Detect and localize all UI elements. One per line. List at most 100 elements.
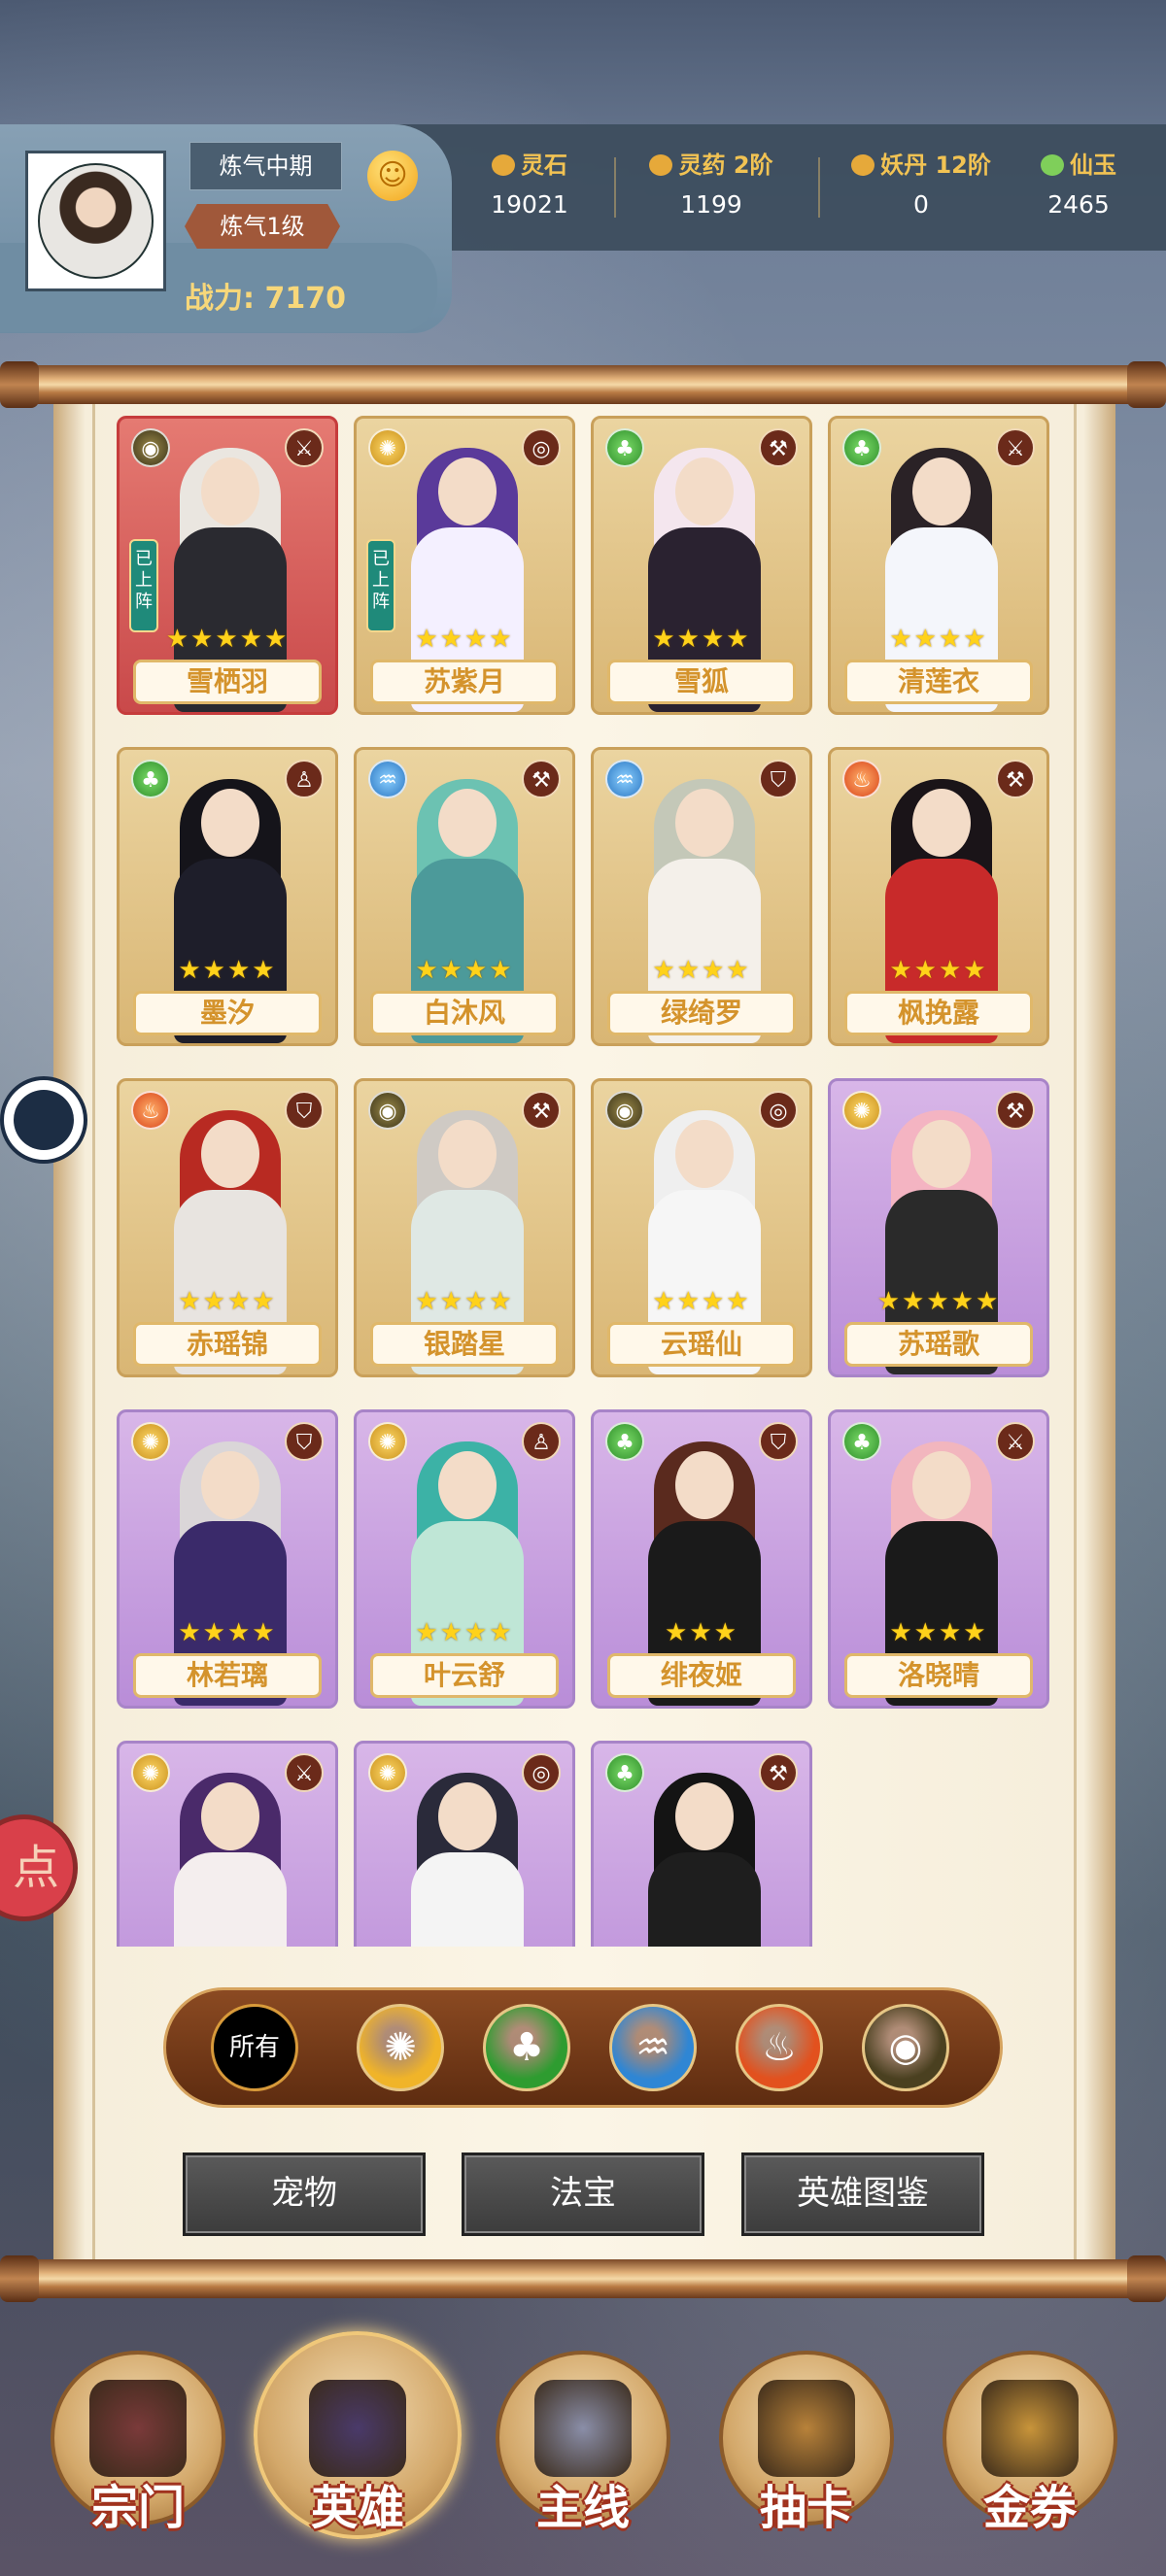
hero-card[interactable]: ♣ ⚔ ★★★★ 洛晓晴 [828,1409,1049,1709]
wood-element-icon: ♣ [605,1422,644,1461]
hero-name: 苏紫月 [370,660,559,704]
treasure-button[interactable]: 法宝 [462,2152,704,2236]
hero-card[interactable]: ◉ ⚒ ★★★★ 银踏星 [354,1078,575,1377]
herb-icon [649,154,673,176]
hero-card[interactable]: ✺ ⛉ ★★★★ 林若璃 [117,1409,338,1709]
shield-icon: ⛉ [285,1422,324,1461]
level-badge: 炼气1级 [185,204,340,249]
hero-card[interactable]: ♨ ⚒ ★★★★ 枫挽露 [828,747,1049,1046]
hero-card[interactable]: ♣ ⚒ ★★★★ 雪狐 [591,416,812,715]
power-label: 战力: [185,282,255,316]
star-rating: ★★★★ [652,956,751,985]
nav-crossed-swords[interactable]: 主线 [496,2351,670,2545]
star-rating: ★★★★ [889,956,988,985]
smile-icon[interactable]: ☺ [367,151,418,201]
avatar-portrait [38,163,154,279]
priest-icon: ♙ [522,1422,561,1461]
star-rating: ★★★★★ [876,1287,1001,1316]
filter-fire-element-icon[interactable]: ♨ [736,2004,823,2091]
hero-card[interactable]: ◉ ◎ ★★★★ 云瑶仙 [591,1078,812,1377]
scroll-rod-top [0,365,1166,404]
treasure-chest-icon [981,2380,1079,2477]
hero-codex-button[interactable]: 英雄图鉴 [741,2152,984,2236]
nav-card-chest[interactable]: 抽卡 [719,2351,894,2545]
hero-name: 白沐风 [370,991,559,1035]
shield-icon: ⛉ [759,760,798,798]
assistant-face-icon[interactable] [0,1076,87,1164]
hero-card[interactable]: ♣ ♙ ★★★★ 墨汐 [117,747,338,1046]
pagoda-icon [89,2380,187,2477]
hero-card[interactable]: ✺ ♙ ★★★★ 叶云舒 [354,1409,575,1709]
axes-icon: ⚒ [759,1753,798,1792]
axes-icon: ⚒ [996,760,1035,798]
metal-element-icon: ✺ [842,1091,881,1130]
scroll-rod-bottom [0,2259,1166,2298]
target-icon: ◎ [759,1091,798,1130]
hero-name: 赤瑶锦 [133,1322,322,1367]
divider [614,157,616,218]
resource-demon-core: 妖丹 12阶 0 [834,148,1009,219]
card-chest-icon [758,2380,855,2477]
star-rating: ★★★★ [889,625,988,654]
nav-pagoda[interactable]: 宗门 [51,2351,225,2545]
scroll-rod-end [1127,361,1166,408]
deployed-badge: 已上阵 [366,539,395,632]
hero-card[interactable]: ♒ ⛉ ★★★★ 绿绮罗 [591,747,812,1046]
hero-name: 叶云舒 [370,1653,559,1698]
hero-card[interactable]: ✺ ◎ 已上阵 ★★★★ 苏紫月 [354,416,575,715]
hero-card[interactable]: ♨ ⛉ ★★★★ 赤瑶锦 [117,1078,338,1377]
hero-portrait [390,1773,545,1947]
nav-treasure-chest[interactable]: 金券 [943,2351,1117,2545]
filter-metal-element-icon[interactable]: ✺ [357,2004,444,2091]
avatar[interactable] [25,151,166,291]
target-icon: ◎ [522,428,561,467]
star-rating: ★★★★ [178,1618,277,1647]
hero-card[interactable]: ♒ ⚒ ★★★★ 白沐风 [354,747,575,1046]
hero-card[interactable]: ♣ ⛉ ★★★ 绯夜姬 [591,1409,812,1709]
hero-portrait [153,1773,308,1947]
spirit-stone-icon [492,154,515,176]
resource-jade: 仙玉 2465 [991,148,1166,219]
power-value: 7170 [264,282,346,316]
fire-element-icon: ♨ [131,1091,170,1130]
target-icon: ◎ [522,1753,561,1792]
wood-element-icon: ♣ [131,760,170,798]
swords-icon: ⚔ [996,428,1035,467]
nav-label: 英雄 [310,2481,404,2535]
resource-herb: 灵药 2阶 1199 [624,148,799,219]
hero-card-grid[interactable]: ◉ ⚔ 已上阵 ★★★★★ 雪栖羽 ✺ ◎ 已上阵 ★★★★ 苏紫月 ♣ ⚒ ★★★★ 雪狐 ♣ ⚔ ★★★★ 清… [117,416,1049,1947]
water-element-icon: ♒ [368,760,407,798]
hero-card[interactable]: ♣ ⚒ [591,1741,812,1947]
nav-hero[interactable]: 英雄 [254,2331,462,2545]
star-rating: ★★★★ [889,1618,988,1647]
hero-card[interactable]: ✺ ⚔ [117,1741,338,1947]
axes-icon: ⚒ [996,1091,1035,1130]
filter-earth-element-icon[interactable]: ◉ [862,2004,949,2091]
hero-card[interactable]: ◉ ⚔ 已上阵 ★★★★★ 雪栖羽 [117,416,338,715]
filter-water-element-icon[interactable]: ♒ [609,2004,697,2091]
jade-icon [1041,154,1064,176]
metal-element-icon: ✺ [368,428,407,467]
filter-all-button[interactable]: 所有 [211,2004,298,2091]
swords-icon: ⚔ [285,428,324,467]
hero-card[interactable]: ✺ ⚒ ★★★★★ 苏瑶歌 [828,1078,1049,1377]
wood-element-icon: ♣ [842,428,881,467]
swords-icon: ⚔ [996,1422,1035,1461]
hero-card[interactable]: ✺ ◎ [354,1741,575,1947]
axes-icon: ⚒ [522,760,561,798]
nav-label: 主线 [535,2481,630,2535]
scroll-rod-end [0,361,39,408]
star-rating: ★★★★ [652,625,751,654]
priest-icon: ♙ [285,760,324,798]
realm-label: 炼气中期 [189,142,342,190]
divider [818,157,820,218]
wood-element-icon: ♣ [605,428,644,467]
metal-element-icon: ✺ [368,1753,407,1792]
hero-card[interactable]: ♣ ⚔ ★★★★ 清莲衣 [828,416,1049,715]
demon-core-icon [851,154,875,176]
filter-wood-element-icon[interactable]: ♣ [483,2004,570,2091]
earth-element-icon: ◉ [368,1091,407,1130]
crossed-swords-icon [534,2380,632,2477]
pets-button[interactable]: 宠物 [183,2152,426,2236]
combat-power: 战力: 7170 [185,274,346,317]
